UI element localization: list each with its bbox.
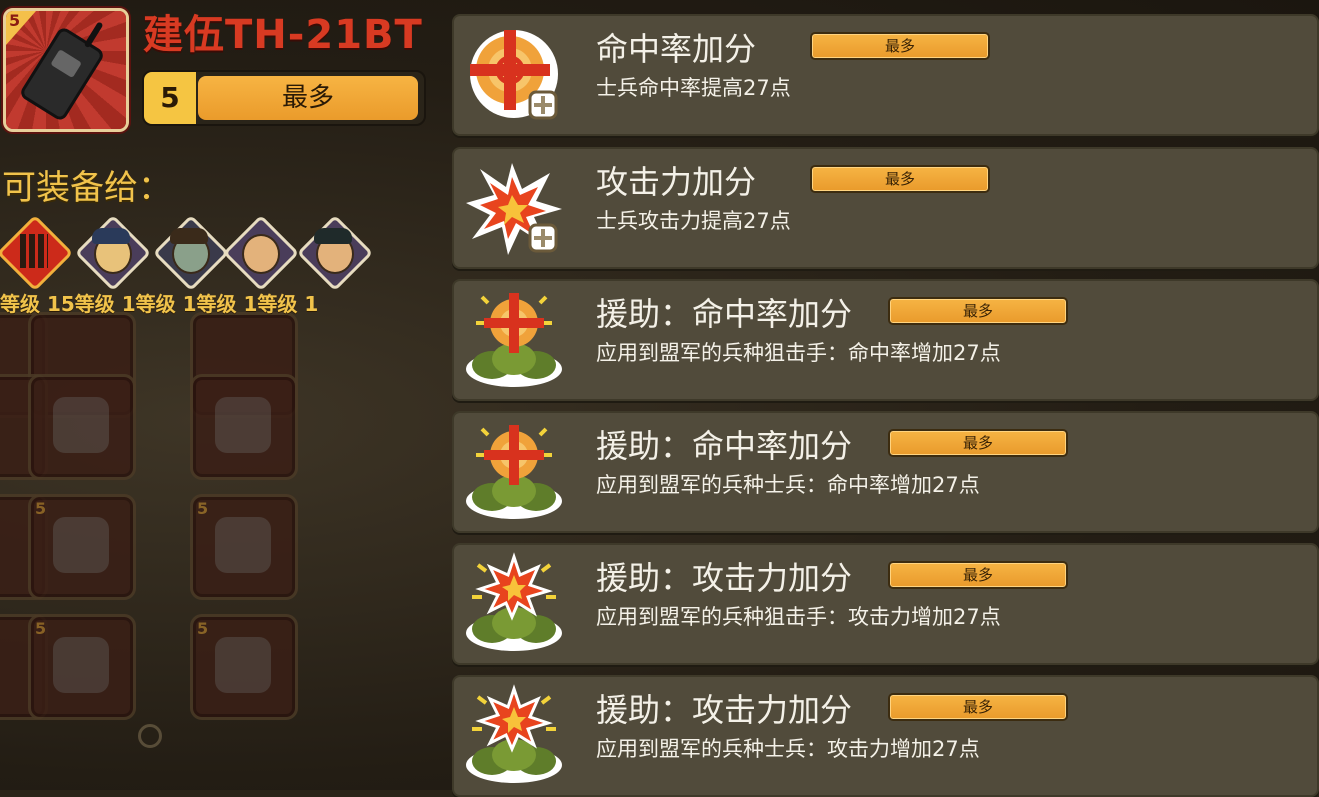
perk-max-bar: 最多 [810, 32, 990, 60]
perk-title: 援助：攻击力加分 [596, 559, 853, 597]
perk-max-label: 最多 [962, 434, 993, 452]
perk-max-label: 最多 [962, 698, 993, 716]
perk-panel: 援助：攻击力加分 最多应用到盟军的兵种士兵：攻击力增加27点 [452, 675, 1319, 797]
perk-description: 士兵攻击力提高27点 [596, 209, 791, 233]
perk-panel: 援助：命中率加分 最多应用到盟军的兵种狙击手：命中率增加27点 [452, 279, 1319, 401]
item-name: 建伍TH-21BT [143, 12, 423, 58]
perk-description: 应用到盟军的兵种士兵：攻击力增加27点 [596, 737, 980, 761]
perk-max-bar: 最多 [888, 297, 1068, 325]
perk-max-label: 最多 [884, 37, 915, 55]
inventory-slot [28, 374, 136, 480]
perk-max-bar: 最多 [888, 693, 1068, 721]
perk-title: 援助：命中率加分 [596, 295, 853, 333]
equip-units: 等级 15等级 1等级 1等级 1等级 1 [0, 214, 380, 320]
inventory-slot: 5 [28, 614, 136, 720]
perk-panel: 援助：攻击力加分 最多应用到盟军的兵种狙击手：攻击力增加27点 [452, 543, 1319, 665]
perk-max-label: 最多 [884, 170, 915, 188]
perk-max-bar: 最多 [888, 561, 1068, 589]
perk-description: 应用到盟军的兵种狙击手：命中率增加27点 [596, 341, 1001, 365]
background-inventory-grid: 5 5 5 5 [0, 312, 300, 772]
perk-max-label: 最多 [962, 302, 993, 320]
inventory-slot: 5 [28, 494, 136, 600]
gasmask-soldier-icon[interactable] [152, 214, 230, 292]
inventory-slot: 5 [190, 614, 298, 720]
perk-title: 命中率加分 [596, 30, 757, 68]
gear-icon [138, 724, 162, 748]
blonde-soldier-icon[interactable] [74, 214, 152, 292]
perk-title: 援助：攻击力加分 [596, 691, 853, 729]
support-explosion-icon [462, 551, 566, 655]
item-level-bar: 5 最多 [142, 70, 426, 126]
perk-description: 应用到盟军的兵种士兵：命中率增加27点 [596, 473, 980, 497]
inventory-slot: 5 [190, 494, 298, 600]
crosshair-plus-icon [462, 22, 566, 126]
perk-panel: 援助：命中率加分 最多应用到盟军的兵种士兵：命中率增加27点 [452, 411, 1319, 533]
perk-panel: 命中率加分 最多士兵命中率提高27点 [452, 14, 1319, 136]
bald-soldier-icon[interactable] [222, 214, 300, 292]
perk-description: 士兵命中率提高27点 [596, 76, 791, 100]
perk-description: 应用到盟军的兵种狙击手：攻击力增加27点 [596, 605, 1001, 629]
support-explosion-icon [462, 683, 566, 787]
perk-max-bar: 最多 [810, 165, 990, 193]
inventory-slot [190, 374, 298, 480]
perk-max-label: 最多 [962, 566, 993, 584]
support-crosshair-icon [462, 287, 566, 391]
unit-level-labels: 等级 15等级 1等级 1等级 1等级 1 [0, 292, 319, 316]
perk-max-bar: 最多 [888, 429, 1068, 457]
explosion-plus-icon [462, 155, 566, 259]
ammo-icon[interactable] [0, 214, 74, 292]
equip-label: 可装备给： [2, 168, 172, 208]
item-level-bar-number: 5 [144, 72, 196, 124]
support-crosshair-icon [462, 419, 566, 523]
perk-title: 援助：命中率加分 [596, 427, 853, 465]
perk-panel: 攻击力加分 最多士兵攻击力提高27点 [452, 147, 1319, 269]
perk-title: 攻击力加分 [596, 163, 757, 201]
item-level: 5 [9, 11, 21, 30]
item-level-bar-label: 最多 [281, 83, 334, 113]
item-card: 5 [3, 8, 129, 132]
mustache-soldier-icon[interactable] [296, 214, 374, 292]
